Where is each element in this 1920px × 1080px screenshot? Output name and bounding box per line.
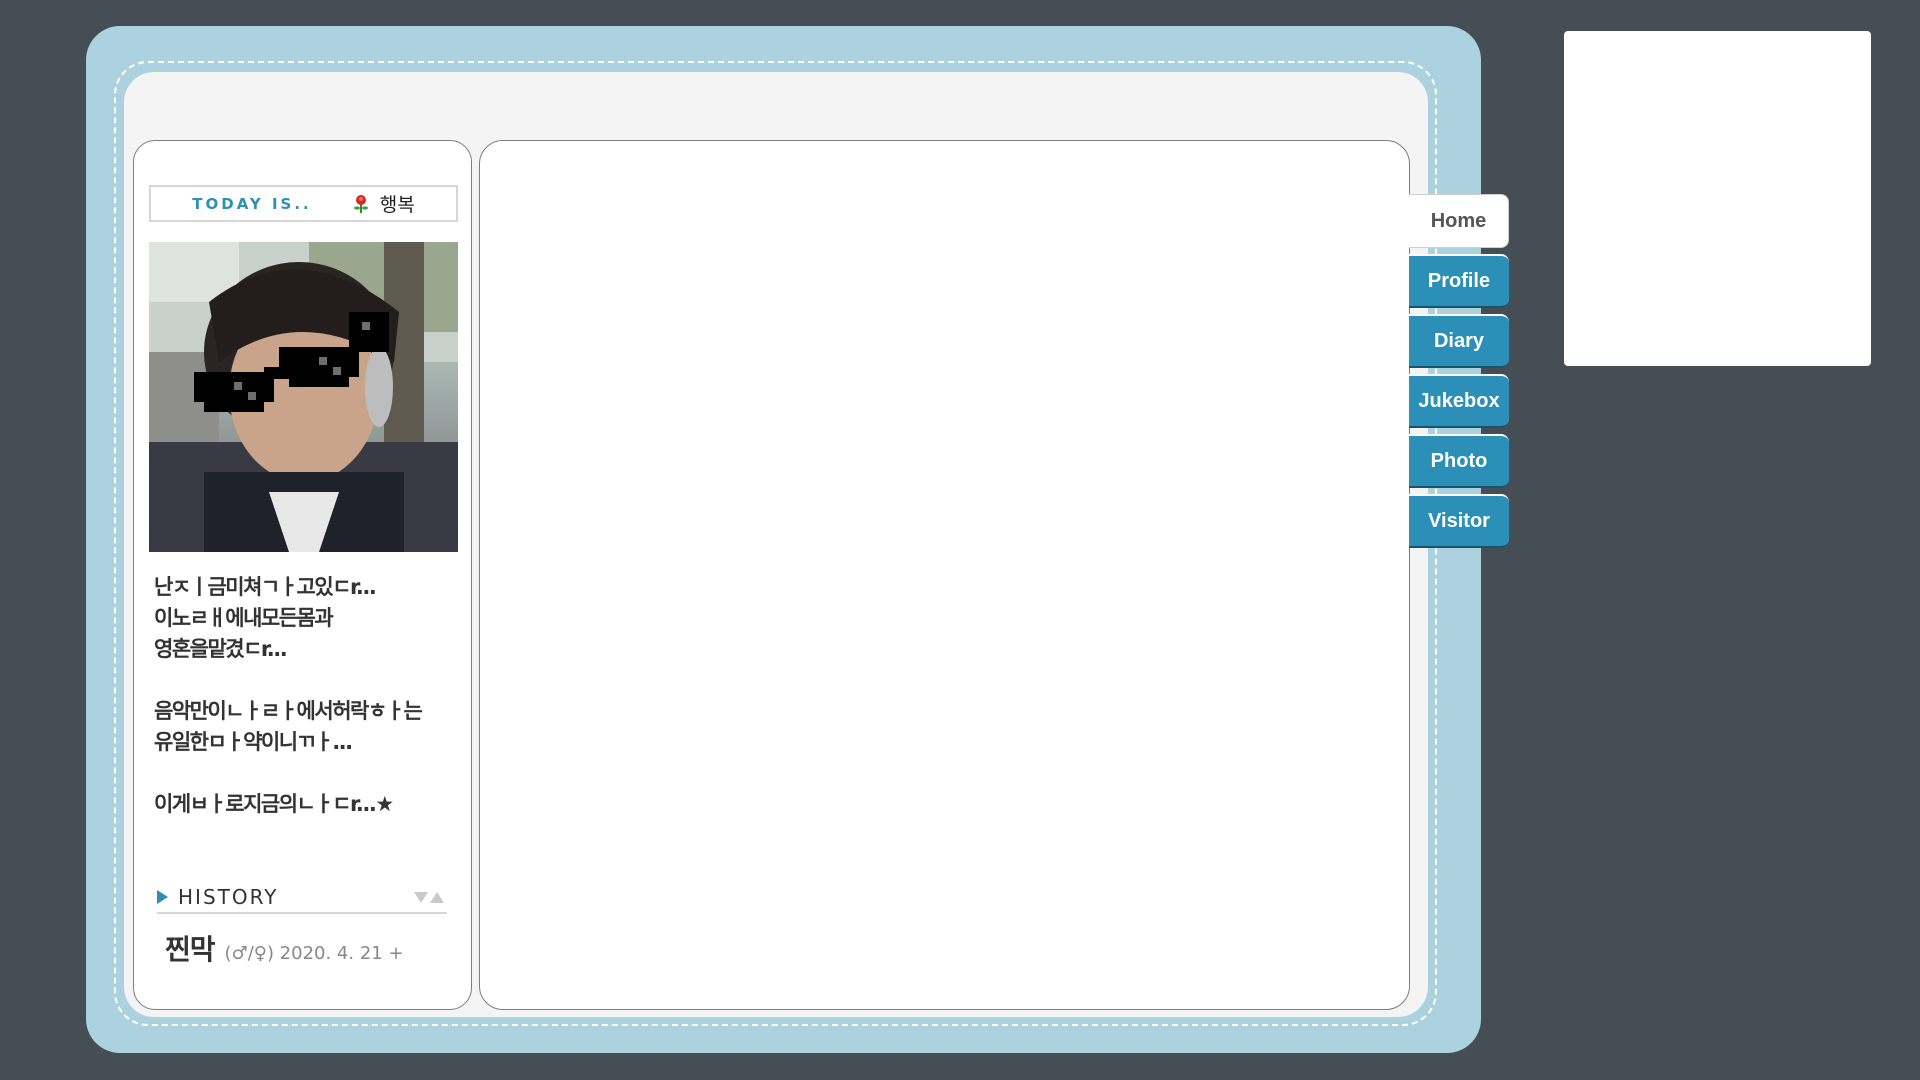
nav-tabs: Home Profile Diary Jukebox Photo Visitor — [1409, 194, 1509, 554]
mood-text: 행복 — [379, 195, 415, 216]
intro-paragraph: 이게ㅂㅏ로지금의ㄴㅏㄷr...★ — [154, 792, 394, 816]
flower-icon — [353, 194, 368, 213]
tab-jukebox[interactable]: Jukebox — [1409, 374, 1509, 428]
main-content-panel — [479, 140, 1410, 1010]
tab-photo[interactable]: Photo — [1409, 434, 1509, 488]
tab-visitor[interactable]: Visitor — [1409, 494, 1509, 548]
history-entry[interactable]: 찐막 (♂/♀) 2020. 4. 21 + — [165, 928, 404, 968]
tab-diary[interactable]: Diary — [1409, 314, 1509, 368]
profile-photo[interactable] — [149, 242, 458, 552]
triangle-up-icon[interactable] — [430, 891, 444, 903]
intro-paragraph: 음악만이ㄴㅏㄹㅏ에서허락ㅎㅏ는 유일한ㅁㅏ약이니ㄲㅏ... — [154, 699, 423, 754]
history-header[interactable]: HISTORY — [157, 882, 447, 914]
side-widget-box — [1564, 31, 1871, 366]
mood: 행복 — [352, 190, 415, 217]
profile-intro: 난ㅈㅣ금미쳐ㄱㅏ고있ㄷr... 이노ㄹㅐ에내모든몸과 영혼을맡겼ㄷr... 음악… — [154, 572, 454, 851]
tab-home[interactable]: Home — [1409, 194, 1509, 248]
history-entry-meta: (♂/♀) 2020. 4. 21 + — [224, 943, 404, 964]
triangle-down-icon[interactable] — [414, 891, 428, 903]
profile-photo-image — [149, 242, 458, 552]
history-entry-name: 찐막 — [165, 933, 216, 966]
history-toggle[interactable] — [414, 891, 444, 903]
play-arrow-icon — [157, 890, 168, 904]
today-label: TODAY IS.. — [192, 194, 312, 213]
history-label: HISTORY — [178, 885, 279, 909]
intro-paragraph: 난ㅈㅣ금미쳐ㄱㅏ고있ㄷr... 이노ㄹㅐ에내모든몸과 영혼을맡겼ㄷr... — [154, 575, 377, 661]
tab-profile[interactable]: Profile — [1409, 254, 1509, 308]
today-mood-box: TODAY IS.. 행복 — [149, 185, 458, 222]
